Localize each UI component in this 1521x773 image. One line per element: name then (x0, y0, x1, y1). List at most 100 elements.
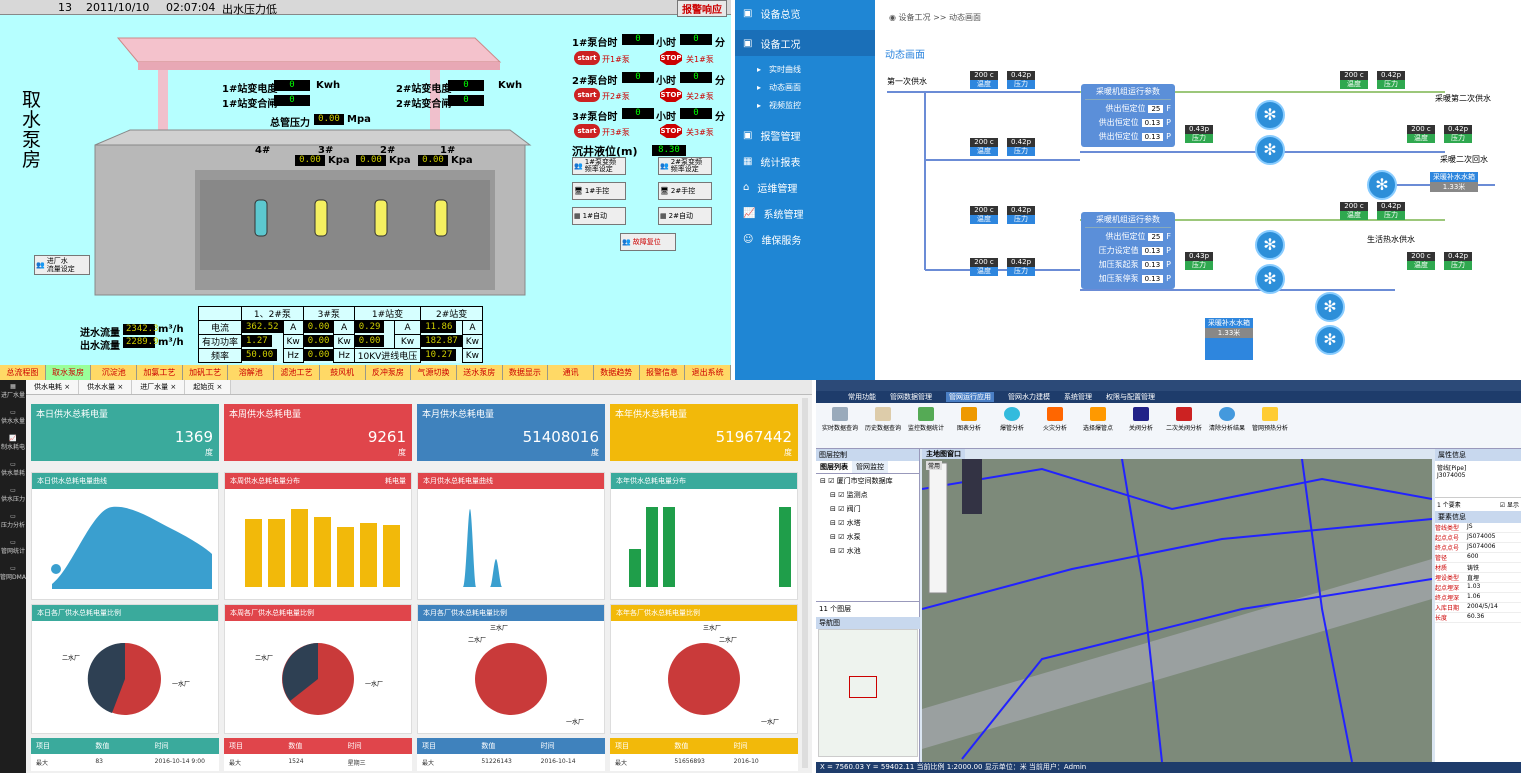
ribbon-button[interactable]: 二次关阀分析 (1164, 403, 1204, 448)
toolbox-tab[interactable]: 常用 (926, 461, 943, 470)
menu-system[interactable]: 📈 系统管理 (735, 200, 875, 226)
factory-flow-set-button[interactable]: 👥 进厂水 流量设定 (34, 255, 90, 275)
ribbon-button[interactable]: 关阀分析 (1121, 403, 1161, 448)
pump2-freq-set-button[interactable]: 👥 2#泵变频 频率设定 (658, 157, 712, 175)
menu-overview[interactable]: ▣ 设备总览 (735, 0, 875, 26)
side-item[interactable]: ▭ 压力分析 (0, 510, 26, 536)
pump2-manual-button[interactable]: 🖥 2#手控 (658, 182, 712, 200)
side-item[interactable]: ▭ 供水压力 (0, 484, 26, 510)
param-value[interactable]: 25 (1148, 104, 1164, 113)
alarm-response-button[interactable]: 报警响应 (677, 0, 727, 17)
menu-item[interactable]: 管网数据管理 (890, 392, 932, 402)
nav-item[interactable]: 反冲泵房 (366, 365, 412, 380)
tab-monitor[interactable]: 管网监控 (852, 461, 888, 473)
ribbon-button[interactable]: 历史数据查询 (863, 403, 903, 448)
ribbon-button[interactable]: 实时数据查询 (820, 403, 860, 448)
nav-item[interactable]: 报警信息 (640, 365, 686, 380)
menu-maintenance[interactable]: ☺ 维保服务 (735, 226, 875, 252)
pipe-network (887, 91, 1495, 291)
viewport-rect[interactable] (849, 676, 877, 698)
menu-item[interactable]: 系统管理 (1064, 392, 1092, 402)
layer-item[interactable]: ⊟ ☑ 水泵 (816, 530, 919, 544)
nav-item[interactable]: 气源切换 (411, 365, 457, 380)
pump2-auto-button[interactable]: ▦ 2#自动 (658, 207, 712, 225)
side-item[interactable]: ▭ 供水水量 (0, 406, 26, 432)
nav-item[interactable]: 送水泵房 (457, 365, 503, 380)
param-value[interactable]: 0.13 (1141, 274, 1164, 283)
menu-item[interactable]: 权限与配置管理 (1106, 392, 1155, 402)
menu-item[interactable]: 常用功能 (848, 392, 876, 402)
map-tab[interactable]: 主地图窗口 (922, 449, 965, 459)
ribbon-button[interactable]: 监控数据统计 (906, 403, 946, 448)
tab-power[interactable]: 供水电耗 × (26, 380, 80, 394)
topbar-date: 2011/10/10 (86, 1, 150, 14)
map-canvas[interactable]: 常用 (922, 459, 1432, 762)
side-item[interactable]: ▭ 管网DMA (0, 562, 26, 588)
submenu-dynamic[interactable]: ▸ 动态画面 (735, 78, 875, 96)
side-item[interactable]: ▦ 进厂水量 (0, 380, 26, 406)
menu-alarm[interactable]: ▣ 报警管理 (735, 122, 875, 148)
ribbon-button[interactable]: 图表分析 (949, 403, 989, 448)
param-value[interactable]: 25 (1148, 232, 1164, 241)
ribbon-button[interactable]: 清除分析结果 (1207, 403, 1247, 448)
scrollbar[interactable] (802, 398, 808, 768)
monitor-icon: ▭ (10, 539, 16, 546)
layer-root[interactable]: ⊟ ☑ 厦门市空间数据库 (816, 474, 919, 488)
side-item[interactable]: ▭ 管网统计 (0, 536, 26, 562)
stop-pump-3-button[interactable]: STOP (660, 124, 682, 138)
tag-label: 温度 (970, 267, 998, 276)
nav-item[interactable]: 退出系统 (685, 365, 731, 380)
nav-item-active[interactable]: 取水泵房 (45, 365, 92, 380)
overview-map[interactable] (818, 629, 918, 757)
nav-item[interactable]: 通讯 (548, 365, 594, 380)
submenu-label: 实时曲线 (769, 64, 802, 74)
start-pump-1-button[interactable]: start (574, 51, 600, 65)
menu-device-status[interactable]: ▣ 设备工况 (735, 30, 875, 56)
tab-home[interactable]: 起始页 × (185, 380, 232, 394)
show-checkbox[interactable]: ☑ 显示 (1500, 500, 1519, 509)
nav-item[interactable]: 加矾工艺 (183, 365, 229, 380)
nav-item[interactable]: 溶解池 (228, 365, 275, 380)
nav-item[interactable]: 数据显示 (503, 365, 549, 380)
ribbon-button[interactable]: 选择爆管点 (1078, 403, 1118, 448)
nav-item[interactable]: 滤池工艺 (274, 365, 320, 380)
nav-item[interactable]: 加氯工艺 (137, 365, 183, 380)
param-value[interactable]: 0.13 (1141, 260, 1164, 269)
tab-inflow[interactable]: 进厂水量 × (132, 380, 186, 394)
param-value[interactable]: 0.13 (1141, 118, 1164, 127)
nav-item[interactable]: 鼓风机 (320, 365, 366, 380)
param-value[interactable]: 0.13 (1141, 246, 1164, 255)
start-pump-2-button[interactable]: start (574, 88, 600, 102)
layer-item[interactable]: ⊟ ☑ 监测点 (816, 488, 919, 502)
layer-item[interactable]: ⊟ ☑ 水池 (816, 544, 919, 558)
submenu-video[interactable]: ▸ 视频监控 (735, 96, 875, 114)
nav-item[interactable]: 总流程图 (0, 365, 46, 380)
ribbon-button[interactable]: 管网预热分析 (1250, 403, 1290, 448)
nav-item[interactable]: 数据趋势 (594, 365, 640, 380)
pie-panel-year: 本年各厂供水总耗电量比例 三水厂 二水厂 一水厂 (610, 604, 798, 734)
param-value[interactable]: 0.13 (1141, 132, 1164, 141)
menu-item-active[interactable]: 管网运行应用 (946, 392, 994, 402)
layer-item[interactable]: ⊟ ☑ 阀门 (816, 502, 919, 516)
nav-item[interactable]: 沉淀池 (91, 365, 138, 380)
st1-switch-label: 1#站变合闸 (222, 99, 278, 110)
stop-pump-2-button[interactable]: STOP (660, 88, 682, 102)
selected-feature[interactable]: 管线[Pipe] J3074005 (1435, 461, 1521, 481)
ribbon-button[interactable]: 爆管分析 (992, 403, 1032, 448)
menu-ops[interactable]: ⌂ 运维管理 (735, 174, 875, 200)
submenu-realtime[interactable]: ▸ 实时曲线 (735, 60, 875, 78)
stop-pump-1-button[interactable]: STOP (660, 51, 682, 65)
ribbon-button[interactable]: 火灾分析 (1035, 403, 1075, 448)
pump1-freq-set-button[interactable]: 👥 1#泵变频 频率设定 (572, 157, 626, 175)
tab-supply[interactable]: 供水水量 × (79, 380, 133, 394)
fault-reset-button[interactable]: 👥 故障复位 (620, 233, 676, 251)
tab-layers[interactable]: 图层列表 (816, 461, 852, 473)
menu-report[interactable]: ▦ 统计报表 (735, 148, 875, 174)
side-item[interactable]: 📈 制水耗电 (0, 432, 26, 458)
side-item[interactable]: ▭ 供水单耗 (0, 458, 26, 484)
menu-item[interactable]: 管网水力建模 (1008, 392, 1050, 402)
pump1-manual-button[interactable]: 🖥 1#手控 (572, 182, 626, 200)
start-pump-3-button[interactable]: start (574, 124, 600, 138)
pump1-auto-button[interactable]: ▦ 1#自动 (572, 207, 626, 225)
layer-item[interactable]: ⊟ ☑ 水塔 (816, 516, 919, 530)
